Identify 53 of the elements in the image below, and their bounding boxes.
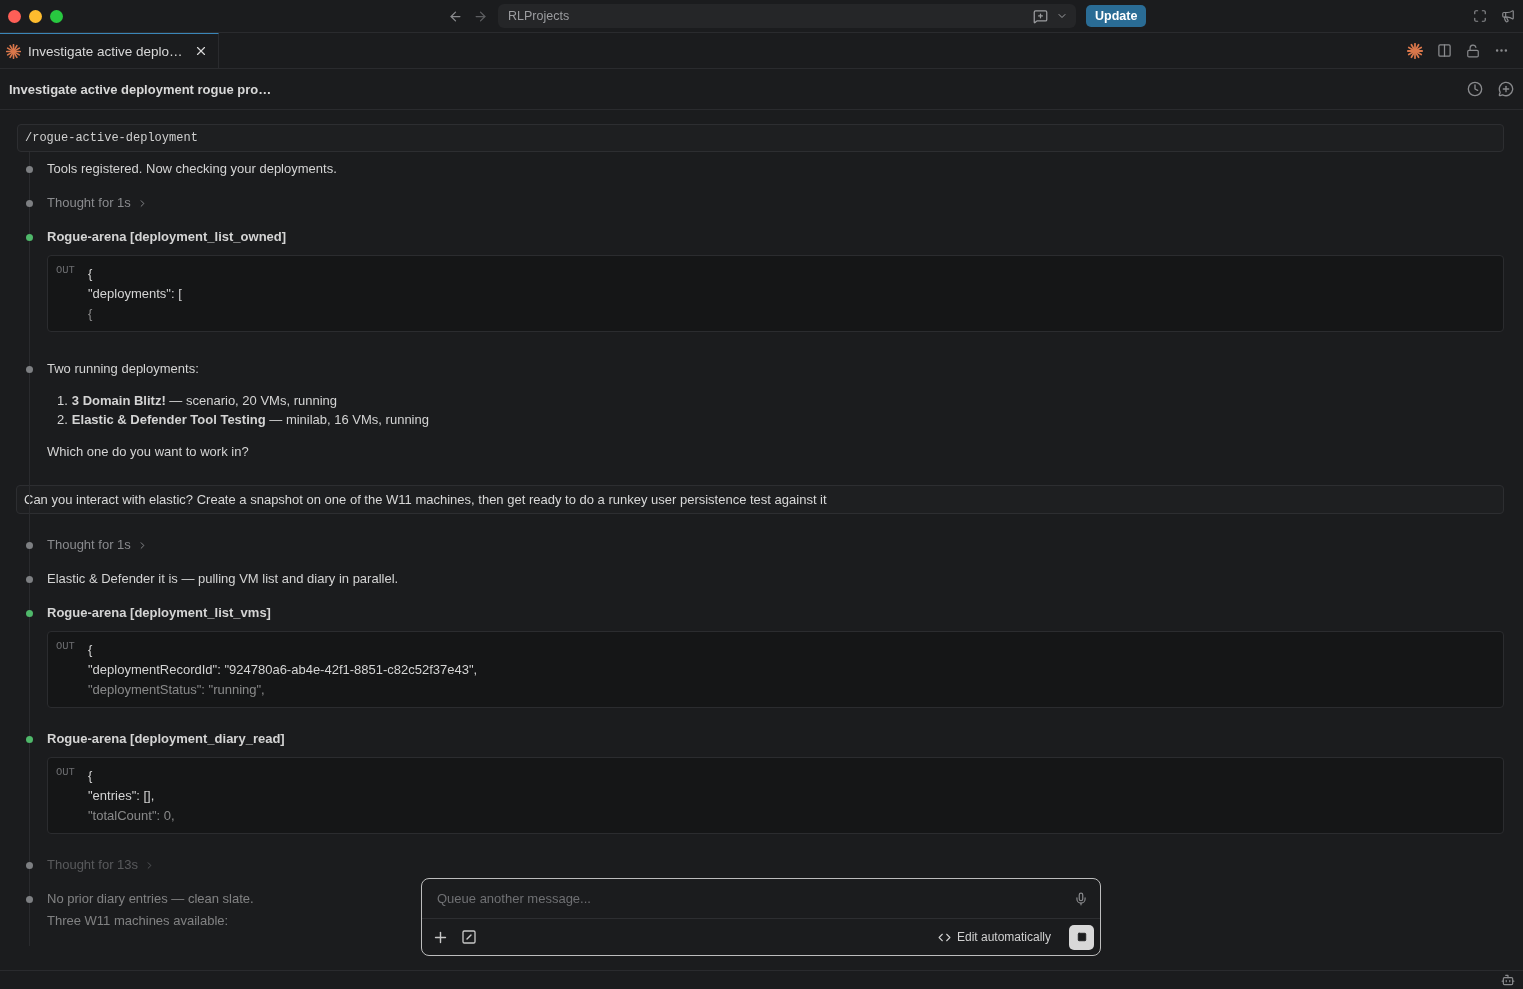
command-message: /rogue-active-deployment xyxy=(17,124,1504,152)
code-line: "deploymentStatus": "running", xyxy=(88,681,266,699)
message-text: Elastic & Defender it is — pulling VM list and diary in parallel. xyxy=(47,570,399,588)
code-line: { xyxy=(88,265,94,283)
tool-call-title: Rogue-arena [deployment_diary_read] xyxy=(47,730,285,748)
minimize-window-button[interactable] xyxy=(29,9,42,23)
fullscreen-icon[interactable] xyxy=(1473,9,1487,23)
code-line: "deployments": [ xyxy=(88,285,182,303)
tool-call-title: Rogue-arena [deployment_list_owned] xyxy=(47,228,287,246)
code-line: "entries": [], xyxy=(88,787,156,805)
spark-logo-icon xyxy=(1407,42,1423,59)
spark-logo-icon xyxy=(6,43,21,59)
message-text: Which one do you want to work in? xyxy=(47,443,249,461)
message-text: Three W11 machines available: xyxy=(47,912,229,930)
list-number: 2. xyxy=(57,411,68,429)
conversation-title: Investigate active deployment rogue pro… xyxy=(9,81,272,97)
user-message: Can you interact with elastic? Create a snapshot on one of the W11 machines, then get ready to do a runkey user persistence test against it xyxy=(16,485,1504,514)
thought-toggle[interactable]: Thought for 1s xyxy=(47,536,148,554)
unlocked-icon[interactable] xyxy=(1466,43,1480,58)
message-text: Two running deployments: xyxy=(47,360,199,378)
split-view-icon[interactable] xyxy=(1437,43,1452,58)
new-chat-icon[interactable] xyxy=(1498,81,1514,97)
megaphone-icon[interactable] xyxy=(1501,9,1515,23)
editor-tab[interactable]: Investigate active deplo… xyxy=(0,33,219,68)
message-text: No prior diary entries — clean slate. xyxy=(47,890,254,908)
code-line: { xyxy=(88,305,94,323)
microphone-icon[interactable] xyxy=(1074,891,1088,906)
stop-icon xyxy=(1076,932,1087,942)
address-field[interactable]: RLProjects xyxy=(498,4,1076,28)
code-line: { xyxy=(88,641,94,659)
list-item-text: Elastic & Defender Tool Testing — minilab, 16 VMs, running xyxy=(71,411,429,429)
code-line: "totalCount": 0, xyxy=(88,807,175,825)
output-label: OUT xyxy=(56,766,76,780)
history-icon[interactable] xyxy=(1467,81,1483,97)
zoom-window-button[interactable] xyxy=(50,9,63,23)
output-label: OUT xyxy=(56,640,76,654)
list-number: 1. xyxy=(57,392,68,410)
slash-command-icon[interactable] xyxy=(461,929,477,945)
edit-mode-button[interactable]: Edit automatically xyxy=(931,929,1057,945)
code-line: "deploymentRecordId": "924780a6-ab4e-42f1-8851-c82c52f37e43", xyxy=(88,661,478,679)
thought-toggle[interactable]: Thought for 1s xyxy=(47,194,148,212)
update-button[interactable]: Update xyxy=(1086,5,1147,27)
back-arrow-icon[interactable] xyxy=(448,8,463,24)
output-label: OUT xyxy=(56,264,76,278)
message-text: Tools registered. Now checking your deployments. xyxy=(47,160,337,178)
stop-button[interactable] xyxy=(1069,924,1094,950)
tool-call-title: Rogue-arena [deployment_list_vms] xyxy=(47,604,271,622)
list-item-text: 3 Domain Blitz! — scenario, 20 VMs, running xyxy=(71,392,337,410)
message-input[interactable]: Queue another message... xyxy=(435,890,1074,907)
bot-icon[interactable] xyxy=(1501,973,1515,987)
forward-arrow-icon[interactable] xyxy=(473,8,488,24)
code-line: { xyxy=(88,767,94,785)
close-window-button[interactable] xyxy=(8,9,21,23)
